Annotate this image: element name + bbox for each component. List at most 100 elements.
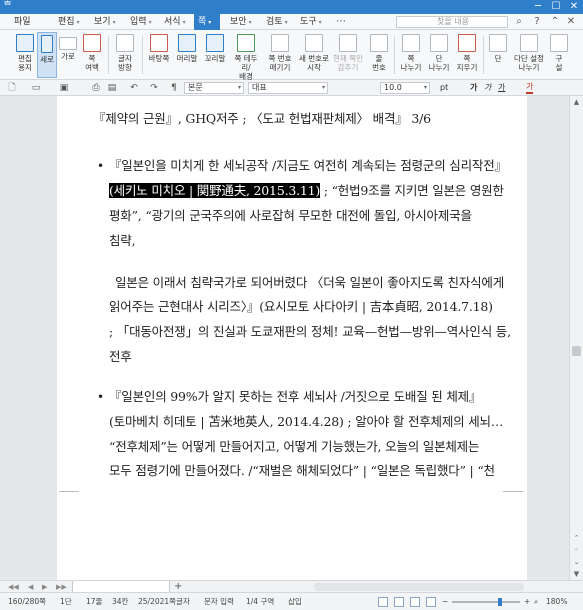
ribbon-text-direction[interactable]: 글자 방향: [112, 32, 138, 78]
doc-line: 『일본인의 99%가 알지 못하는 전후 세뇌사 /거짓으로 도배질 된 체제』: [109, 389, 482, 404]
page-nav-icon[interactable]: ◦: [570, 544, 583, 556]
scroll-thumb[interactable]: [572, 346, 581, 356]
status-insert-mode[interactable]: 삽입: [288, 593, 302, 610]
ribbon-column-break[interactable]: 단 나누기: [426, 32, 452, 78]
doc-line: 평화”, “광기의 군국주의에 사로잡혀 무모한 대전에 돌입, 아시아제국을: [109, 208, 472, 223]
menu-extra-icon[interactable]: ⋯: [334, 15, 348, 29]
menu-page[interactable]: 쪽 ▾: [194, 14, 220, 30]
redo-icon[interactable]: ↷: [148, 82, 160, 94]
status-line: 17줄: [86, 597, 103, 606]
ribbon-edit-paper[interactable]: 편집 용지: [14, 32, 36, 78]
zoom-in-icon[interactable]: +: [524, 593, 530, 610]
horizontal-scrollbar[interactable]: [314, 583, 524, 591]
ribbon-master-page[interactable]: 바탕쪽: [146, 32, 172, 78]
ribbon-landscape[interactable]: 가로: [58, 32, 78, 78]
font-color-button[interactable]: 가: [526, 82, 534, 94]
page-number-icon: [271, 34, 289, 52]
minimize-button[interactable]: ─: [529, 0, 547, 14]
italic-button[interactable]: 가: [484, 82, 491, 94]
ribbon-close-icon[interactable]: ✕: [564, 15, 578, 29]
status-section: 1단: [60, 597, 72, 606]
ribbon-page-break[interactable]: 쪽 나누기: [398, 32, 424, 78]
ribbon-collapse-icon[interactable]: ⌃: [548, 15, 562, 29]
status-input-mode[interactable]: 문자 입력: [204, 593, 234, 610]
zoom-out-icon[interactable]: −: [442, 593, 448, 610]
zoom-slider-knob[interactable]: [498, 598, 503, 606]
doc-line: 모두 점령기에 만들어졌다. /“재벌은 해체되었다” | “일본은 독립했다”…: [109, 463, 495, 478]
doc-line: 일본은 이래서 침략국가로 되어버렸다 〈더욱 일본이 좋아지도록 친자식에게: [115, 275, 505, 290]
font-select[interactable]: 대표 ▾: [248, 82, 328, 94]
hide-page-icon: [339, 34, 357, 52]
find-input[interactable]: 찾을 내용: [396, 16, 508, 28]
print-icon[interactable]: ⎙: [90, 82, 102, 94]
ribbon-multi-column[interactable]: 다단 설정 나누기: [512, 32, 546, 78]
view-two-page-icon[interactable]: [426, 597, 436, 607]
view-web-icon[interactable]: [394, 597, 404, 607]
style-select[interactable]: 본문 ▾: [184, 82, 244, 94]
open-icon[interactable]: ▭: [30, 82, 42, 94]
ribbon-header[interactable]: 머리말: [174, 32, 200, 78]
new-doc-icon[interactable]: 🗋: [6, 82, 18, 94]
multi-column-icon: [520, 34, 538, 52]
zoom-icon[interactable]: ⌕: [534, 593, 538, 610]
menu-file[interactable]: 파일: [10, 14, 35, 30]
doc-line: 침략,: [109, 233, 136, 248]
undo-icon[interactable]: ↶: [128, 82, 140, 94]
document-area[interactable]: 『제약의 근원』, GHQ저주 ; 〈도교 헌법재판체제〉 배격』 3/6 • …: [0, 96, 569, 580]
font-unit[interactable]: pt: [440, 82, 448, 94]
format-toolbar: 🗋 ▭ ▣ ⎙ ▤ ↶ ↷ ¶ 본문 ▾ 대표 ▾ 10.0 ▾ pt 가 가 가 가: [0, 80, 583, 96]
ribbon-more[interactable]: 구 설: [548, 32, 570, 78]
ribbon-page-number[interactable]: 쪽 번호 매기기: [264, 32, 296, 78]
menu-edit[interactable]: 편집 ▾: [54, 14, 84, 30]
menu-view[interactable]: 보기 ▾: [90, 14, 120, 30]
scroll-down-icon[interactable]: ▼: [570, 568, 583, 580]
style-icon[interactable]: ¶: [168, 82, 180, 94]
maximize-button[interactable]: ☐: [547, 0, 565, 14]
view-normal-icon[interactable]: [378, 597, 388, 607]
doc-line: 『일본인을 미치게 한 세뇌공작 /지금도 여전히 계속되는 점령군의 심리작전…: [109, 158, 507, 173]
underline-button[interactable]: 가: [498, 82, 505, 94]
close-button[interactable]: ✕: [565, 0, 583, 14]
ribbon-delete-page[interactable]: 쪽 지우기: [454, 32, 480, 78]
master-page-icon: [150, 34, 168, 52]
ribbon-hide-current[interactable]: 현재 쪽만 감추기: [332, 32, 364, 78]
zoom-slider[interactable]: [452, 598, 520, 606]
ribbon-line-number[interactable]: 줄 번호: [366, 32, 392, 78]
menu-insert[interactable]: 입력 ▾: [126, 14, 156, 30]
bold-button[interactable]: 가: [470, 82, 477, 94]
ribbon-margins[interactable]: 쪽 여백: [80, 32, 104, 78]
save-icon[interactable]: ▣: [58, 82, 70, 94]
view-page-icon[interactable]: [410, 597, 420, 607]
zoom-level[interactable]: 180%: [546, 593, 567, 610]
font-size-input[interactable]: 10.0 ▾: [380, 82, 430, 94]
menu-review[interactable]: 검토 ▾: [262, 14, 292, 30]
menu-security[interactable]: 보안 ▾: [226, 14, 256, 30]
more-icon: [550, 34, 568, 52]
app-window: ᄒ ─ ☐ ✕ 파일 편집 ▾ 보기 ▾ 입력 ▾ 서식 ▾ 쪽 ▾ 보안 ▾ 검토 ▾ 도구…: [0, 0, 583, 610]
ribbon-new-number[interactable]: 새 번호로 시작: [298, 32, 330, 78]
doc-line: (토마베치 히데토 | 苫米地英人, 2014.4.28) ; 알아야 할 전후…: [109, 414, 504, 429]
vertical-scrollbar[interactable]: ▲ ⌃ ◦ ⌄ ▼: [569, 96, 583, 580]
menu-format[interactable]: 서식 ▾: [160, 14, 190, 30]
menu-tools[interactable]: 도구 ▾: [296, 14, 326, 30]
find-icon[interactable]: ⌕: [512, 15, 526, 29]
highlighted-selection: (세키노 미치오 | 関野通夫, 2015.3.11): [109, 183, 321, 198]
hangul-logo-icon: ᄒ: [3, 1, 13, 12]
new-number-icon: [305, 34, 323, 52]
column-break-icon: [430, 34, 448, 52]
document-page[interactable]: 『제약의 근원』, GHQ저주 ; 〈도교 헌법재판체제〉 배격』 3/6 • …: [57, 96, 527, 580]
bullet-icon: •: [97, 390, 105, 404]
preview-icon[interactable]: ▤: [106, 82, 118, 94]
ribbon-footer[interactable]: 꼬리말: [202, 32, 228, 78]
help-icon[interactable]: ?: [530, 15, 544, 29]
status-page[interactable]: 160/280쪽: [8, 593, 46, 610]
ribbon-portrait[interactable]: 세로: [37, 32, 57, 78]
next-page-icon[interactable]: ⌄: [570, 556, 583, 568]
doc-line: 전후: [109, 349, 132, 364]
status-chars: 25/2021쪽글자: [138, 597, 190, 606]
ribbon-columns[interactable]: 단: [486, 32, 510, 78]
prev-page-icon[interactable]: ⌃: [570, 532, 583, 544]
scroll-up-icon[interactable]: ▲: [570, 96, 583, 108]
columns-icon: [489, 34, 507, 52]
ribbon-page-border[interactable]: 쪽 테두리/ 배경: [230, 32, 262, 81]
